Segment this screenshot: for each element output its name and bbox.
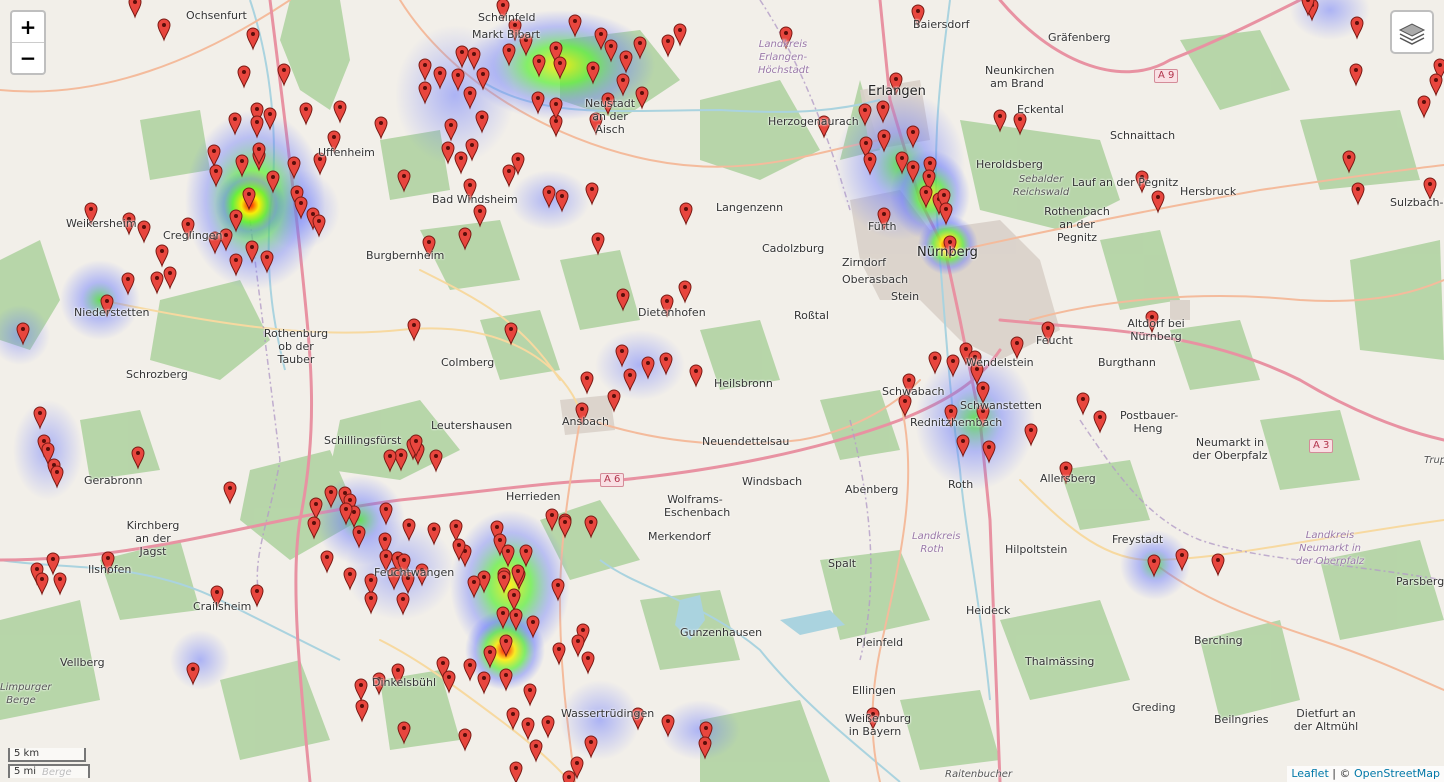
map-marker-icon[interactable] <box>477 671 491 695</box>
map-marker-icon[interactable] <box>157 18 171 42</box>
map-marker-icon[interactable] <box>429 449 443 473</box>
map-marker-icon[interactable] <box>1349 63 1363 87</box>
map-marker-icon[interactable] <box>320 550 334 574</box>
map-marker-icon[interactable] <box>689 364 703 388</box>
motorway-shield: A 3 <box>1309 439 1334 453</box>
map-marker-icon[interactable] <box>1351 182 1365 206</box>
map-marker-icon[interactable] <box>509 761 523 782</box>
map-marker-icon[interactable] <box>137 220 151 244</box>
map-marker-icon[interactable] <box>580 371 594 395</box>
attribution: Leaflet | © OpenStreetMap <box>1287 766 1444 782</box>
map-marker-icon[interactable] <box>463 658 477 682</box>
map-marker-icon[interactable] <box>529 739 543 763</box>
map-marker-icon[interactable] <box>128 0 142 19</box>
map-marker-icon[interactable] <box>150 271 164 295</box>
map-marker-icon[interactable] <box>84 202 98 226</box>
map-marker-icon[interactable] <box>541 715 555 739</box>
map-marker-icon[interactable] <box>581 651 595 675</box>
map-marker-icon[interactable] <box>1350 16 1364 40</box>
map-marker-icon[interactable] <box>679 202 693 226</box>
motorway-shield: A 9 <box>1154 69 1179 83</box>
map-marker-icon[interactable] <box>589 112 603 136</box>
scale-bar-mi: 5 mi <box>8 764 90 778</box>
map-marker-icon[interactable] <box>779 26 793 50</box>
map-marker-icon[interactable] <box>155 244 169 268</box>
map-marker-icon[interactable] <box>463 178 477 202</box>
map-marker-icon[interactable] <box>817 115 831 139</box>
map-marker-icon[interactable] <box>502 164 516 188</box>
map-marker-icon[interactable] <box>250 584 264 608</box>
map-marker-icon[interactable] <box>898 394 912 418</box>
map-marker-icon[interactable] <box>354 678 368 702</box>
map-marker-icon[interactable] <box>458 728 472 752</box>
map-marker-icon[interactable] <box>53 572 67 596</box>
map-marker-icon[interactable] <box>496 0 510 22</box>
map-marker-icon[interactable] <box>407 318 421 342</box>
map-marker-icon[interactable] <box>1076 392 1090 416</box>
map-marker-icon[interactable] <box>223 481 237 505</box>
base-tiles <box>0 0 1444 782</box>
leaflet-link[interactable]: Leaflet <box>1291 767 1328 780</box>
map-marker-icon[interactable] <box>1135 170 1149 194</box>
map-marker-icon[interactable] <box>454 151 468 175</box>
map-marker-icon[interactable] <box>333 100 347 124</box>
map-marker-icon[interactable] <box>1211 553 1225 577</box>
map-marker-icon[interactable] <box>46 552 60 576</box>
map-marker-icon[interactable] <box>1093 410 1107 434</box>
map-marker-icon[interactable] <box>355 699 369 723</box>
map-marker-icon[interactable] <box>449 519 463 543</box>
map-marker-icon[interactable] <box>661 34 675 58</box>
map-marker-icon[interactable] <box>660 294 674 318</box>
map-marker-icon[interactable] <box>237 65 251 89</box>
layers-button[interactable] <box>1390 10 1434 54</box>
attribution-separator: | © <box>1328 767 1354 780</box>
map-marker-icon[interactable] <box>1429 73 1443 97</box>
map-marker-icon[interactable] <box>1041 321 1055 345</box>
map-marker-icon[interactable] <box>673 23 687 47</box>
map-canvas[interactable]: Ochsenfurt Scheinfeld Markt Bibart Baier… <box>0 0 1444 782</box>
scale-bar-km: 5 km <box>8 748 86 762</box>
map-marker-icon[interactable] <box>911 4 925 28</box>
osm-link[interactable]: OpenStreetMap <box>1354 767 1440 780</box>
map-marker-icon[interactable] <box>210 585 224 609</box>
map-marker-icon[interactable] <box>299 102 313 126</box>
map-marker-icon[interactable] <box>163 266 177 290</box>
map-marker-icon[interactable] <box>246 27 260 51</box>
map-marker-icon[interactable] <box>562 770 576 782</box>
map-marker-icon[interactable] <box>374 116 388 140</box>
motorway-shield: A 6 <box>600 473 625 487</box>
map-marker-icon[interactable] <box>678 280 692 304</box>
map-marker-icon[interactable] <box>1145 310 1159 334</box>
map-marker-icon[interactable] <box>552 642 566 666</box>
map-marker-icon[interactable] <box>1417 95 1431 119</box>
map-marker-icon[interactable] <box>521 717 535 741</box>
map-marker-icon[interactable] <box>902 373 916 397</box>
zoom-out-button[interactable]: − <box>12 43 44 73</box>
zoom-control: + − <box>10 10 46 75</box>
map-marker-icon[interactable] <box>866 707 880 731</box>
map-marker-icon[interactable] <box>122 212 136 236</box>
layers-icon <box>1398 23 1426 45</box>
map-marker-icon[interactable] <box>35 572 49 596</box>
map-marker-icon[interactable] <box>571 634 585 658</box>
map-marker-icon[interactable] <box>1423 177 1437 201</box>
map-marker-icon[interactable] <box>523 683 537 707</box>
map-marker-icon[interactable] <box>591 232 605 256</box>
zoom-in-button[interactable]: + <box>12 12 44 43</box>
map-marker-icon[interactable] <box>1010 336 1024 360</box>
map-marker-icon[interactable] <box>327 130 341 154</box>
